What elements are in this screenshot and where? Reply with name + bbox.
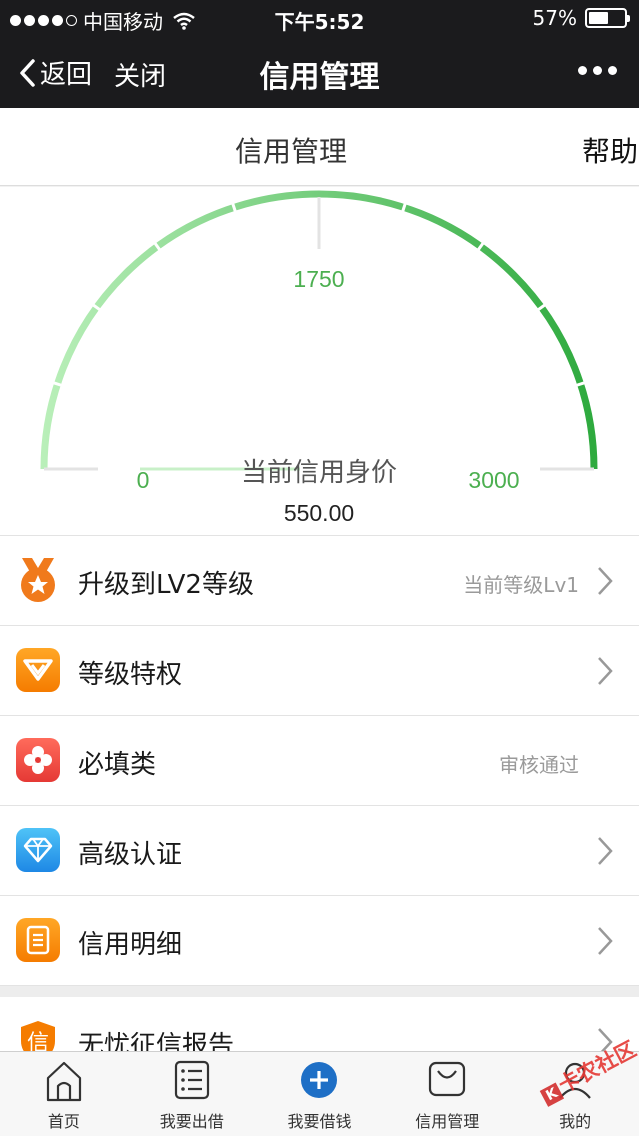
document-icon xyxy=(16,918,60,962)
help-button[interactable]: 帮助 xyxy=(582,130,638,170)
back-button[interactable]: 返回 xyxy=(18,54,92,91)
close-button[interactable]: 关闭 xyxy=(114,56,166,93)
plus-circle-icon xyxy=(301,1062,338,1098)
chevron-right-icon xyxy=(598,567,613,595)
gauge-mid-label: 1750 xyxy=(293,266,344,292)
battery-icon xyxy=(585,8,630,28)
gauge-max-label: 3000 xyxy=(468,467,519,493)
tab-label: 我要出借 xyxy=(159,1112,224,1131)
gauge-min-label: 0 xyxy=(137,467,150,493)
chevron-right-icon xyxy=(598,837,613,865)
menu-item-required[interactable]: 必填类 审核通过 xyxy=(0,715,639,805)
battery-percent: 57% xyxy=(532,6,577,30)
menu-value: 审核通过 xyxy=(499,753,579,777)
bag-icon xyxy=(429,1061,466,1097)
chevron-right-icon xyxy=(598,657,613,685)
credit-gauge: 1750 0 3000 当前信用身价 550.00 xyxy=(0,187,639,535)
tab-label: 信用管理 xyxy=(415,1112,480,1131)
sub-header: 信用管理 帮助 xyxy=(0,108,639,186)
battery-group: 57% xyxy=(532,6,630,30)
tab-home[interactable]: 首页 xyxy=(0,1052,128,1136)
back-label: 返回 xyxy=(40,60,93,90)
home-icon xyxy=(46,1061,81,1102)
v-badge-icon xyxy=(16,648,60,692)
clover-icon xyxy=(16,738,60,782)
menu-label: 等级特权 xyxy=(78,660,183,690)
navbar: 返回 关闭 信用管理 xyxy=(0,36,639,108)
tab-borrow[interactable]: 我要借钱 xyxy=(256,1052,384,1136)
list-icon xyxy=(174,1060,209,1100)
menu-item-advanced-auth[interactable]: 高级认证 xyxy=(0,805,639,895)
menu-label: 升级到LV2等级 xyxy=(78,570,254,600)
gauge-caption: 当前信用身价 xyxy=(241,458,397,488)
gauge-svg: 1750 0 3000 当前信用身价 550.00 xyxy=(40,190,598,526)
tab-credit[interactable]: 信用管理 xyxy=(383,1052,511,1136)
gauge-value: 550.00 xyxy=(284,500,354,526)
menu-item-credit-report[interactable]: 信 无忧征信报告 xyxy=(0,997,639,1057)
more-menu-icon[interactable] xyxy=(578,56,617,75)
tab-label: 首页 xyxy=(47,1112,80,1131)
menu-label: 信用明细 xyxy=(78,930,183,960)
tab-lend[interactable]: 我要出借 xyxy=(128,1052,256,1136)
chevron-right-icon xyxy=(598,927,613,955)
chevron-left-icon xyxy=(20,58,35,87)
app-header: 中国移动 下午5:52 57% 返回 关闭 信用管理 xyxy=(0,0,639,108)
menu-value: 当前等级Lv1 xyxy=(463,573,579,597)
menu-label: 必填类 xyxy=(78,750,157,780)
battery-fill xyxy=(589,12,609,24)
tab-label: 我的 xyxy=(559,1112,592,1131)
menu-item-privileges[interactable]: 等级特权 xyxy=(0,625,639,715)
medal-icon xyxy=(16,558,60,602)
status-bar: 中国移动 下午5:52 57% xyxy=(0,0,639,36)
menu-label: 高级认证 xyxy=(78,840,183,870)
menu-item-credit-detail[interactable]: 信用明细 xyxy=(0,895,639,985)
diamond-icon xyxy=(16,828,60,872)
menu-list: 升级到LV2等级 当前等级Lv1 等级特权 必填类 审核通过 高级认证 信用明细 xyxy=(0,535,639,985)
menu-item-upgrade[interactable]: 升级到LV2等级 当前等级Lv1 xyxy=(0,535,639,625)
page-title: 信用管理 xyxy=(259,60,380,95)
section-divider xyxy=(0,985,639,997)
section-title: 信用管理 xyxy=(234,135,347,168)
tab-label: 我要借钱 xyxy=(287,1112,352,1131)
